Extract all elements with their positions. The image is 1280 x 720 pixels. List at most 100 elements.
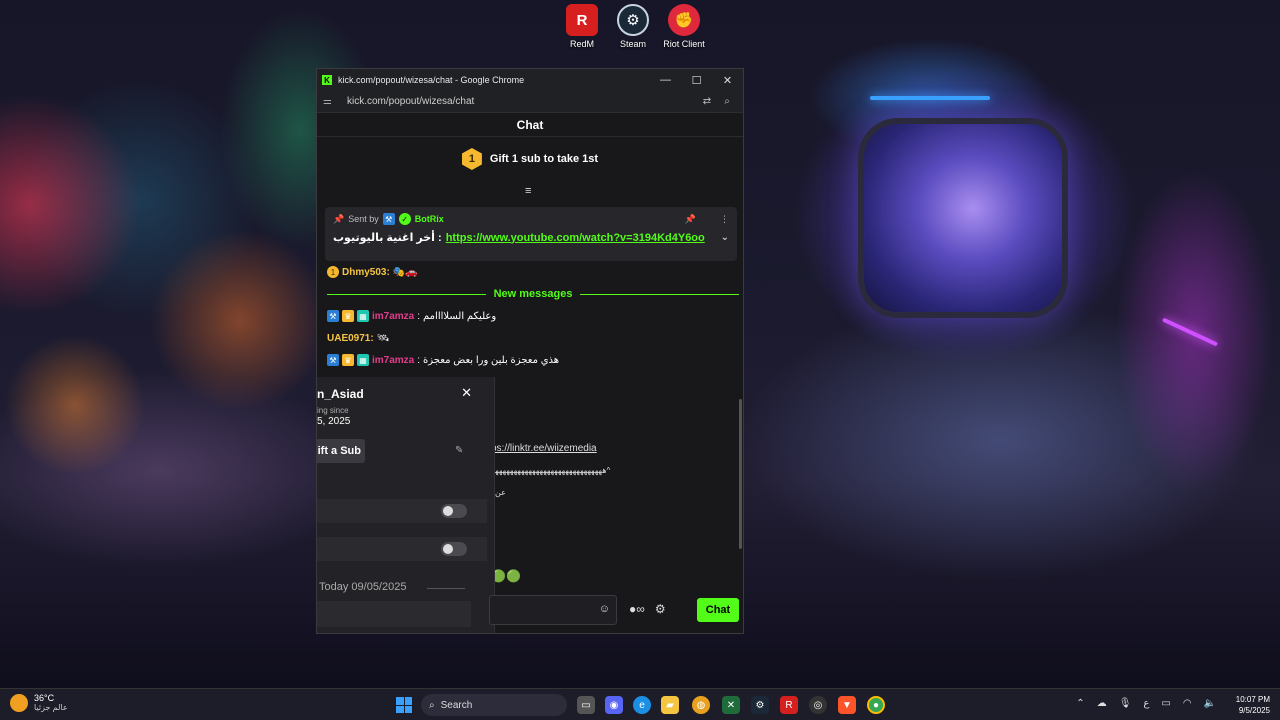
desktop-icon-riot[interactable]: ✊ Riot Client — [653, 4, 715, 49]
maximize-button[interactable]: ☐ — [681, 74, 712, 87]
desktop-icon-label: Riot Client — [663, 39, 705, 49]
gift-icon[interactable]: ✎ — [455, 445, 463, 456]
following-since-label: ing since — [317, 406, 349, 415]
url-text[interactable]: kick.com/popout/wizesa/chat — [347, 96, 697, 107]
chat-message: ⚒ ♛ ▦ im7amza : وعليكم السلاااامم — [327, 305, 739, 327]
chat-username[interactable]: im7amza — [372, 311, 414, 322]
steam-taskbar-icon[interactable]: ⚙ — [751, 696, 769, 714]
start-menu-windows-icon[interactable] — [396, 697, 412, 713]
gift-a-sub-button[interactable]: ift a Sub — [317, 439, 365, 463]
chat-username[interactable]: im7amza — [372, 355, 414, 366]
chrome-icon[interactable]: ● — [867, 696, 885, 714]
chevron-down-icon[interactable]: ⌄ — [721, 232, 729, 243]
gift-sub-text: Gift 1 sub to take 1st — [489, 153, 599, 165]
chat-username[interactable]: UAE0971: — [327, 333, 374, 344]
search-icon: ⌕ — [429, 699, 435, 711]
emote-icon: 🛰 — [376, 332, 390, 344]
task-view-icon[interactable]: ▭ — [577, 696, 595, 714]
language-indicator[interactable]: ع — [1143, 698, 1149, 709]
following-since-value: 5, 2025 — [317, 416, 351, 427]
file-explorer-icon[interactable]: ▰ — [661, 696, 679, 714]
gift-rank-badge: 1 — [461, 148, 482, 170]
settings-gear-icon[interactable]: ⚙ — [655, 602, 666, 616]
redm-icon: R — [566, 4, 598, 36]
chevron-up-icon[interactable]: ⌃ — [1076, 698, 1084, 709]
obs-icon[interactable]: ◎ — [809, 696, 827, 714]
search-placeholder: Search — [440, 699, 473, 711]
pinned-sender[interactable]: BotRix — [415, 214, 444, 224]
new-messages-label: New messages — [493, 288, 573, 300]
chat-scrollbar[interactable] — [739, 399, 742, 549]
user-card-toggle-row — [317, 499, 487, 523]
moderator-badge-icon: ⚒ — [327, 354, 339, 366]
weather-widget[interactable]: 36°C عالم جزئيا — [10, 693, 68, 712]
chat-partial-text: ههههههههههههههههههههههههههههههه^ — [491, 465, 611, 475]
toggle-switch[interactable] — [441, 542, 467, 556]
pin-icon: 📌 — [333, 213, 345, 224]
chat-message-list: 1 Dhmy503: 🎭🚗 New messages ⚒ ♛ ▦ im7amza… — [327, 261, 740, 371]
close-window-button[interactable]: ✕ — [712, 74, 743, 87]
translate-icon[interactable]: ⇄ — [697, 96, 717, 107]
send-chat-button[interactable]: Chat — [697, 598, 739, 622]
chat-message: 1 Dhmy503: 🎭🚗 — [327, 261, 739, 283]
chat-input[interactable]: ☺ — [489, 595, 617, 625]
chat-message-text: وعليكم السلاااامم — [423, 310, 497, 322]
clock-date: 9/5/2025 — [1238, 706, 1270, 715]
moderator-badge-icon: ⚒ — [382, 213, 395, 225]
user-card-message-box — [317, 601, 471, 627]
chat-message: ⚒ ♛ ▦ im7amza : هذي معجزة بلين ورا بعض م… — [327, 349, 739, 371]
volume-icon[interactable]: 🔈 — [1204, 698, 1216, 709]
chat-message-text: هذي معجزة بلين ورا بعض معجزة — [423, 354, 560, 366]
redm-taskbar-icon[interactable]: R — [780, 696, 798, 714]
wallpaper-window-art — [858, 118, 1068, 318]
crown-badge-icon: ♛ — [342, 310, 354, 322]
taskbar-clock[interactable]: 10:07 PM 9/5/2025 — [1236, 694, 1270, 716]
site-info-icon[interactable]: ⚌ — [323, 96, 337, 107]
crown-badge-icon: ♛ — [342, 354, 354, 366]
tray-app-icon[interactable]: ☁ — [1097, 698, 1107, 709]
windows-taskbar: 36°C عالم جزئيا ⌕ Search ▭ ◉ e ▰ ◍ ✕ ⚙ R… — [0, 688, 1280, 720]
system-tray: ⌃ ☁ 🎙 ع ▭ ◠ 🔈 — [1076, 698, 1216, 709]
brave-icon[interactable]: ▼ — [838, 696, 856, 714]
gift-sub-banner[interactable]: 1 Gift 1 sub to take 1st — [317, 137, 743, 181]
sent-by-label: Sent by — [348, 214, 379, 224]
close-icon[interactable]: ✕ — [461, 385, 472, 401]
address-bar[interactable]: ⚌ kick.com/popout/wizesa/chat ⇄ ⌕ — [317, 91, 743, 113]
emoji-picker-icon[interactable]: ☺ — [599, 603, 610, 615]
more-options-icon[interactable]: ⋮ — [720, 214, 729, 225]
taskbar-search-box[interactable]: ⌕ Search — [421, 694, 567, 716]
new-messages-divider[interactable]: New messages — [327, 283, 740, 305]
chat-username[interactable]: Dhmy503: — [342, 267, 390, 278]
discord-icon[interactable]: ◉ — [605, 696, 623, 714]
weather-temperature: 36°C — [34, 693, 55, 703]
toggle-switch[interactable] — [441, 504, 467, 518]
steam-icon: ⚙ — [617, 4, 649, 36]
emote-icon: 🎭🚗 — [392, 266, 418, 278]
chat-partial-text: عن — [495, 487, 506, 497]
minimize-button[interactable]: — — [650, 74, 681, 86]
wallpaper-neon-blue — [870, 96, 990, 100]
collapse-pinned-icon[interactable]: ≡ — [525, 185, 531, 197]
zoom-icon[interactable]: ⌕ — [717, 96, 737, 107]
gifter-badge-icon: 1 — [327, 266, 339, 278]
unpin-icon[interactable]: 📌 — [685, 214, 696, 225]
divider — [427, 588, 465, 589]
user-card-toggle-row — [317, 537, 487, 561]
subscriber-badge-icon: ▦ — [357, 354, 369, 366]
chat-partial-link[interactable]: ps://linktr.ee/wiizemedia — [491, 437, 597, 459]
display-icon[interactable]: ▭ — [1161, 698, 1170, 709]
user-card-username: n_Asiad — [317, 387, 364, 401]
edge-icon[interactable]: e — [633, 696, 651, 714]
wifi-icon[interactable]: ◠ — [1183, 698, 1192, 709]
app-icon[interactable]: ◍ — [692, 696, 710, 714]
xbox-icon[interactable]: ✕ — [722, 696, 740, 714]
weather-condition: عالم جزئيا — [34, 703, 68, 712]
microphone-icon[interactable]: 🎙 — [1119, 698, 1132, 709]
window-titlebar[interactable]: K kick.com/popout/wizesa/chat - Google C… — [317, 69, 743, 91]
community-icon[interactable]: ●∞ — [629, 602, 645, 616]
riot-icon: ✊ — [668, 4, 700, 36]
chat-message: UAE0971: 🛰 — [327, 327, 739, 349]
user-card-popover: n_Asiad ✕ ing since 5, 2025 ift a Sub ✎ … — [317, 377, 495, 633]
pinned-message-link[interactable]: https://www.youtube.com/watch?v=3194Kd4Y… — [446, 232, 705, 244]
pinned-message: 📌 Sent by ⚒ ✓ BotRix 📌 ⋮ أخر اغنية باليو… — [325, 207, 737, 261]
